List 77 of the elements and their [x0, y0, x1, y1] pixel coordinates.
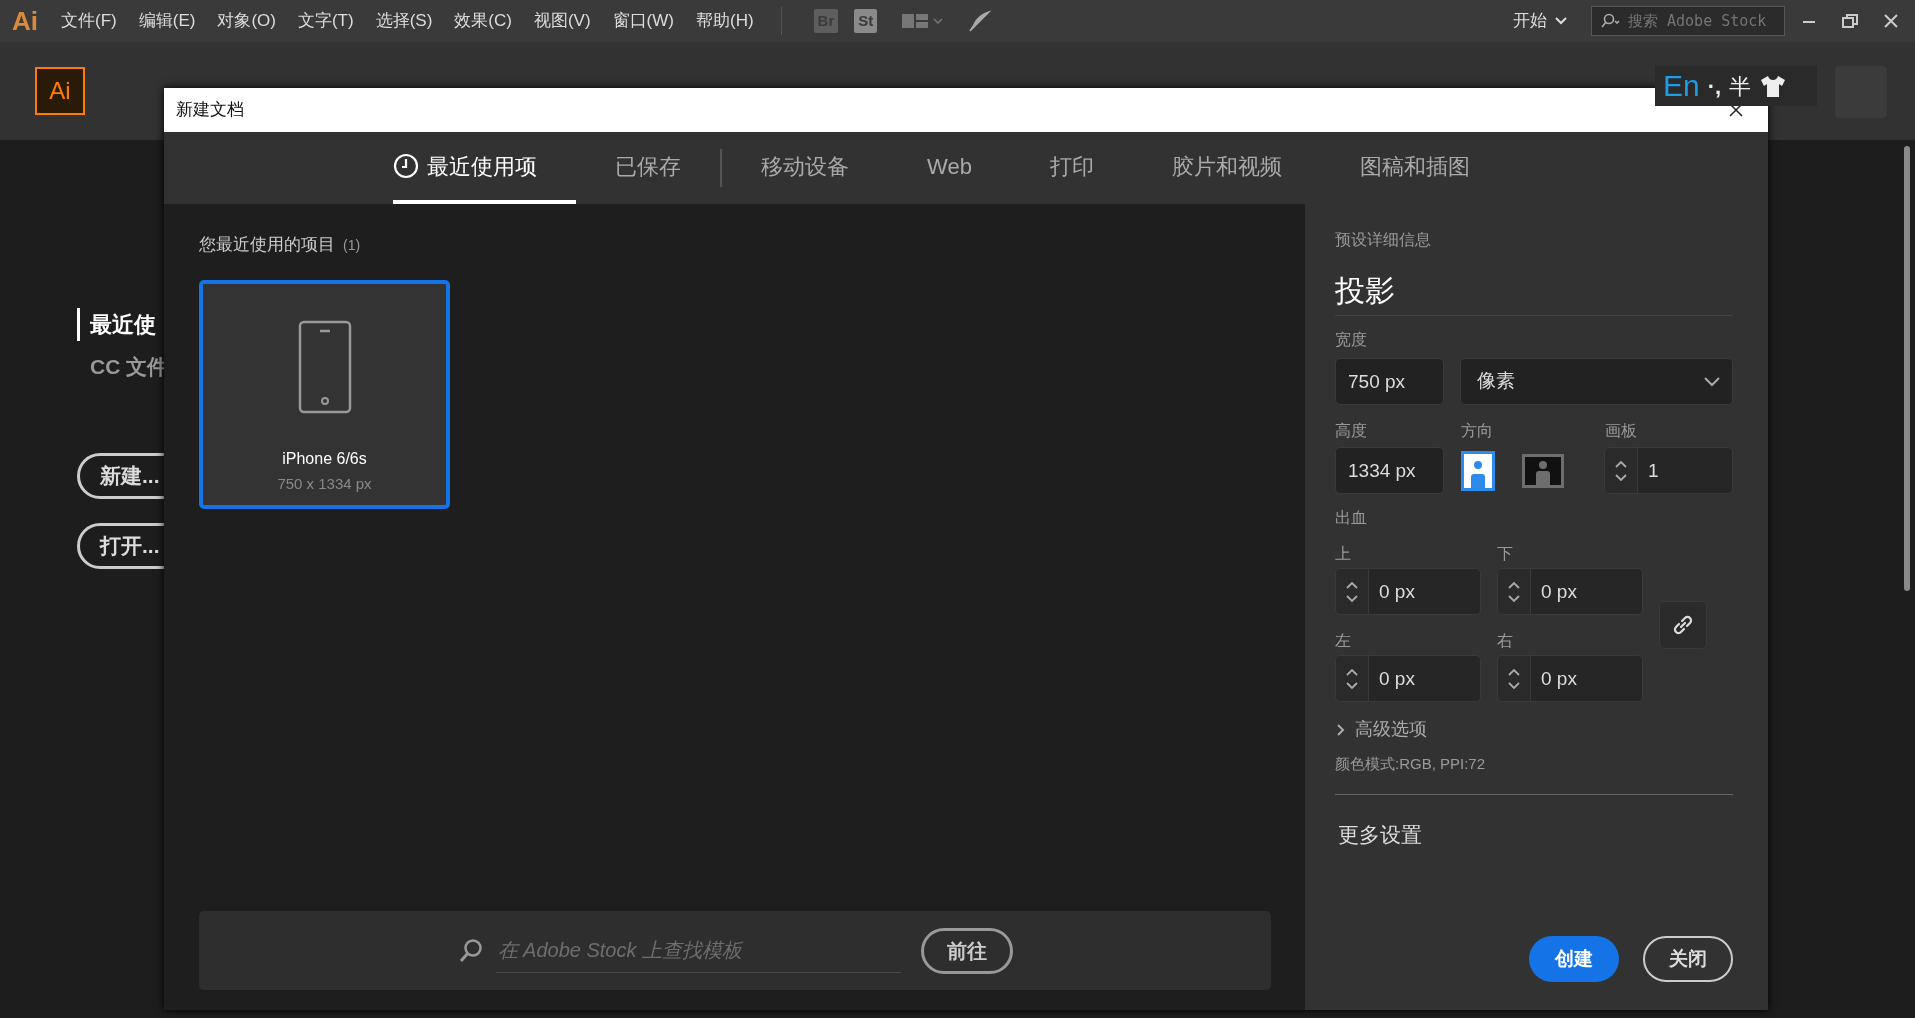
preset-name: iPhone 6/6s: [282, 448, 367, 469]
advanced-toggle[interactable]: 高级选项: [1335, 716, 1427, 743]
menu-item[interactable]: 效果(C): [443, 8, 523, 34]
portrait-icon[interactable]: [1461, 450, 1495, 491]
section-label: 出血: [1335, 508, 1368, 528]
width-toggle[interactable]: 半: [1729, 69, 1752, 103]
stock-search-field[interactable]: 搜索 Adobe Stock: [1591, 6, 1785, 36]
tab[interactable]: 胶片和视频: [1132, 132, 1321, 204]
bleed-field[interactable]: 0 px: [1369, 568, 1481, 615]
panel-heading: 预设详细信息: [1335, 230, 1432, 250]
caret-icon: [1704, 376, 1720, 387]
template-search-field[interactable]: 在 Adobe Stock 上查找模板: [495, 928, 901, 973]
close-button[interactable]: 关闭: [1643, 936, 1733, 982]
clock-icon: [393, 153, 420, 179]
menu-item[interactable]: 视图(V): [522, 8, 602, 34]
preset-size: 750 x 1334 px: [277, 473, 372, 494]
tab[interactable]: 已保存: [576, 132, 721, 204]
input-mode-toggle[interactable]: En: [1663, 71, 1700, 101]
caret-icon[interactable]: [1555, 17, 1567, 25]
phone-icon: [297, 319, 352, 414]
field-label: 上: [1335, 544, 1352, 564]
menu-item[interactable]: 帮助(H): [685, 8, 765, 34]
menu-item[interactable]: 文字(T): [286, 8, 365, 34]
unit-dropdown[interactable]: 像素: [1460, 358, 1733, 405]
stepper-button[interactable]: [1335, 568, 1369, 615]
bleed-field[interactable]: 0 px: [1531, 655, 1643, 702]
stepper-button[interactable]: [1335, 655, 1369, 702]
chevron-icon: [1335, 722, 1347, 737]
shirt-icon[interactable]: [1759, 74, 1788, 98]
go-button[interactable]: 前往: [920, 927, 1013, 974]
app-logo: Ai: [11, 4, 39, 38]
field-label: 下: [1497, 544, 1514, 564]
link-button[interactable]: [1659, 601, 1707, 649]
width-field[interactable]: 750 px: [1335, 358, 1444, 405]
field-label: 左: [1335, 631, 1352, 651]
stepper-button[interactable]: [1604, 447, 1638, 494]
color-mode-text: 颜色模式:RGB, PPI:72: [1335, 754, 1487, 774]
section-heading: 您最近使用的项目: [199, 234, 335, 256]
field-label: 右: [1497, 631, 1514, 651]
tab[interactable]: 打印: [1010, 132, 1133, 204]
preset-title: 投影: [1335, 268, 1733, 316]
app-logo: Ai: [35, 67, 85, 115]
artboard-count-field[interactable]: 1: [1638, 447, 1733, 494]
workspace-switcher[interactable]: 开始: [1513, 8, 1547, 34]
preset-card[interactable]: iPhone 6/6s 750 x 1334 px: [199, 279, 450, 509]
feather-icon[interactable]: [967, 9, 994, 33]
dialog-title: 新建文档: [175, 99, 244, 122]
field-label: 方向: [1461, 421, 1494, 441]
section-label: 更多设置: [1337, 821, 1423, 848]
menu-item[interactable]: 选择(S): [364, 8, 444, 34]
bleed-field[interactable]: 0 px: [1369, 655, 1481, 702]
punctuation-toggle[interactable]: ·,: [1707, 69, 1722, 103]
tab[interactable]: 图稿和插图: [1320, 132, 1509, 204]
menu-item[interactable]: 文件(F): [50, 8, 128, 34]
restore-icon[interactable]: [1841, 13, 1859, 29]
menu-item[interactable]: 编辑(E): [127, 8, 207, 34]
tab[interactable]: 移动设备: [722, 132, 889, 204]
layout-icon[interactable]: [901, 11, 946, 31]
search-icon: [1600, 13, 1622, 29]
link-icon: [1672, 614, 1694, 636]
stepper-button[interactable]: [1497, 655, 1531, 702]
height-field[interactable]: 1334 px: [1335, 447, 1444, 494]
tab[interactable]: 最近使用项: [393, 132, 577, 204]
menu-item[interactable]: 对象(O): [206, 8, 287, 34]
menu-item[interactable]: 窗口(W): [601, 8, 685, 34]
nav-item[interactable]: 最近使: [77, 308, 156, 341]
stepper-button[interactable]: [1497, 568, 1531, 615]
create-button[interactable]: 创建: [1529, 936, 1619, 982]
search-icon: [457, 937, 484, 964]
tab[interactable]: Web: [888, 132, 1011, 204]
bleed-field[interactable]: 0 px: [1531, 568, 1643, 615]
landscape-icon[interactable]: [1522, 453, 1564, 488]
scrollbar-thumb[interactable]: [1904, 146, 1910, 591]
field-label: 高度: [1335, 421, 1368, 441]
field-label: 画板: [1605, 421, 1637, 441]
item-count: (1): [343, 236, 361, 255]
field-label: 宽度: [1335, 330, 1368, 350]
